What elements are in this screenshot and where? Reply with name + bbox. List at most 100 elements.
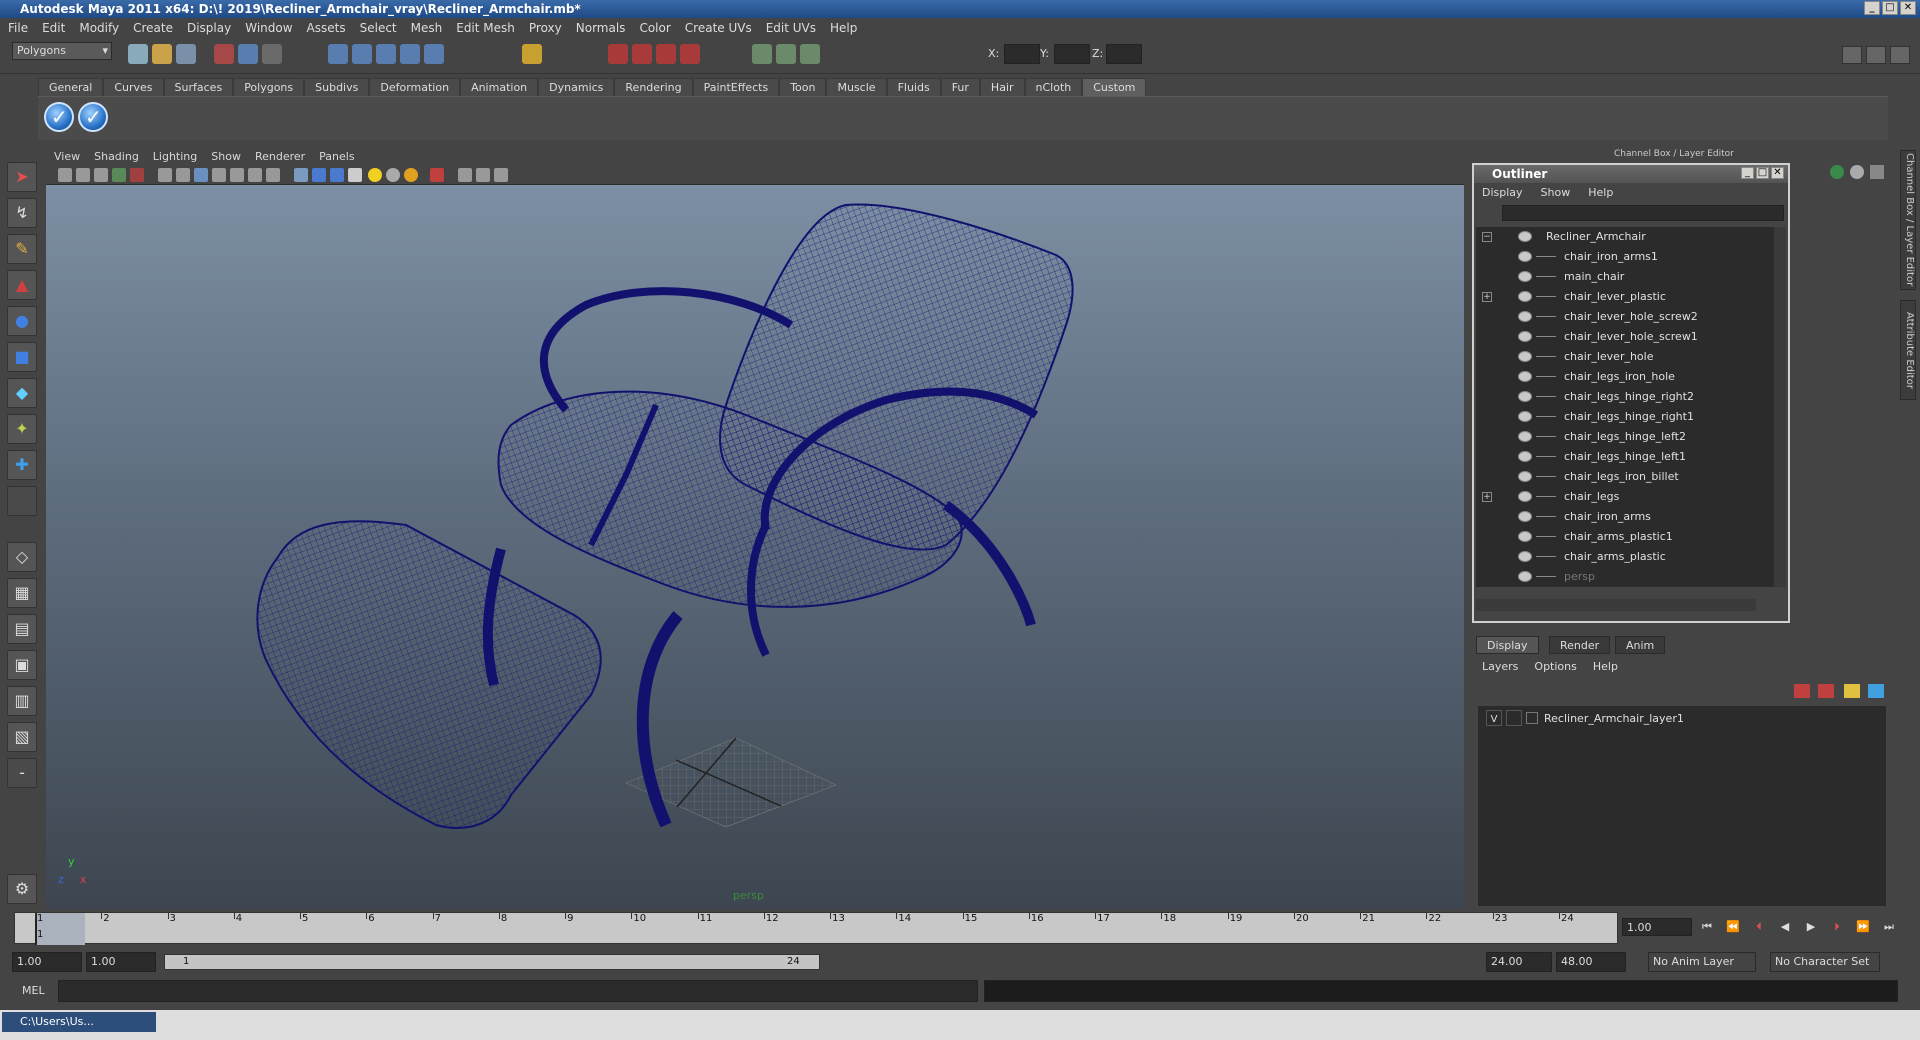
select-hierarchy-icon[interactable] (214, 44, 234, 64)
menu-proxy[interactable]: Proxy (529, 21, 562, 35)
shelf-tab-rendering[interactable]: Rendering (614, 78, 693, 96)
outliner-menu-help[interactable]: Help (1588, 186, 1613, 199)
checker-icon[interactable] (348, 168, 362, 182)
move-layer-down-icon[interactable] (1868, 684, 1884, 698)
pin-icon[interactable] (1870, 165, 1884, 179)
high-quality-icon[interactable] (430, 168, 444, 182)
outliner-item[interactable]: chair_arms_plastic (1476, 547, 1774, 567)
maximize-button[interactable]: □ (1882, 1, 1898, 15)
wireframe-icon[interactable] (176, 168, 190, 182)
new-layer-icon[interactable] (1794, 684, 1810, 698)
menu-color[interactable]: Color (639, 21, 670, 35)
playback-start-field[interactable]: 1.00 (86, 952, 156, 972)
outliner-item[interactable]: chair_legs_iron_hole (1476, 367, 1774, 387)
open-scene-icon[interactable] (152, 44, 172, 64)
viewport-menu-panels[interactable]: Panels (319, 150, 354, 163)
snap-curve-icon[interactable] (352, 44, 372, 64)
last-tool-icon[interactable]: ✚ (7, 450, 37, 480)
hypershade-layout-icon[interactable]: ▥ (7, 686, 37, 716)
shaded-box-icon[interactable] (312, 168, 326, 182)
shelf-check-icon-1[interactable]: ✓ (44, 102, 74, 132)
anim-layer-dropdown[interactable]: No Anim Layer (1648, 952, 1756, 972)
outliner-item[interactable]: chair_legs_hinge_left2 (1476, 427, 1774, 447)
layer-tab-render[interactable]: Render (1549, 636, 1611, 654)
snap-grid-icon[interactable] (328, 44, 348, 64)
shelf-tab-subdivs[interactable]: Subdivs (304, 78, 370, 96)
menu-display[interactable]: Display (187, 21, 231, 35)
outliner-item[interactable]: chair_lever_hole_screw1 (1476, 327, 1774, 347)
outliner-item[interactable]: chair_legs_iron_billet (1476, 467, 1774, 487)
hypershade-icon[interactable] (680, 44, 700, 64)
menu-create-uvs[interactable]: Create UVs (685, 21, 752, 35)
shadows-icon[interactable] (386, 168, 400, 182)
expand-toggle-icon[interactable]: − (1482, 232, 1492, 242)
viewport-menu-lighting[interactable]: Lighting (153, 150, 197, 163)
play-forward-icon[interactable]: ▶ (1802, 918, 1820, 936)
history-icon[interactable] (522, 44, 542, 64)
outliner-filter-field[interactable] (1502, 205, 1784, 221)
current-frame-field[interactable]: 1.00 (1622, 918, 1692, 936)
step-back-frame-icon[interactable]: ⏴ (1750, 918, 1768, 936)
lasso-tool-icon[interactable]: ↯ (7, 198, 37, 228)
channels-icon[interactable] (1830, 165, 1844, 179)
resolution-gate-icon[interactable] (458, 168, 472, 182)
menu-assets[interactable]: Assets (307, 21, 346, 35)
layer-tab-anim[interactable]: Anim (1615, 636, 1666, 654)
outliner-close-button[interactable]: ✕ (1771, 167, 1784, 179)
render-layout-icon[interactable]: ▧ (7, 722, 37, 752)
xray-icon[interactable] (230, 168, 244, 182)
shelf-tab-dynamics[interactable]: Dynamics (538, 78, 615, 96)
shelf-tab-fur[interactable]: Fur (940, 78, 980, 96)
render-icon[interactable] (608, 44, 628, 64)
outliner-item[interactable]: chair_lever_hole (1476, 347, 1774, 367)
step-forward-key-icon[interactable]: ⏩ (1854, 918, 1872, 936)
layer-color-swatch[interactable] (1526, 712, 1538, 724)
select-component-icon[interactable] (262, 44, 282, 64)
field-chart-icon[interactable] (494, 168, 508, 182)
menu-edit[interactable]: Edit (42, 21, 65, 35)
graph-layout-icon[interactable]: ▣ (7, 650, 37, 680)
bookmark-icon[interactable] (94, 168, 108, 182)
outliner-item[interactable]: − Recliner_Armchair (1476, 227, 1774, 247)
toggle-tool-settings-icon[interactable] (1890, 46, 1910, 64)
layer-row[interactable]: V Recliner_Armchair_layer1 (1482, 710, 1880, 728)
outliner-item[interactable]: chair_legs_hinge_left1 (1476, 447, 1774, 467)
layer-tab-display[interactable]: Display (1476, 636, 1539, 654)
show-tool-settings-icon[interactable] (800, 44, 820, 64)
range-slider[interactable]: 1 24 (164, 954, 820, 970)
expand-toggle-icon[interactable]: + (1482, 292, 1492, 302)
new-layer-selected-icon[interactable] (1818, 684, 1834, 698)
film-gate-icon[interactable] (130, 168, 144, 182)
outliner-menu-display[interactable]: Display (1482, 186, 1523, 199)
outliner-item[interactable]: chair_legs_hinge_right1 (1476, 407, 1774, 427)
outliner-item[interactable]: chair_arms_plastic1 (1476, 527, 1774, 547)
outliner-item[interactable]: chair_legs_hinge_right2 (1476, 387, 1774, 407)
go-to-end-icon[interactable]: ⏭ (1880, 918, 1898, 936)
shelf-check-icon-2[interactable]: ✓ (78, 102, 108, 132)
image-plane-icon[interactable] (112, 168, 126, 182)
rotate-tool-icon[interactable]: ● (7, 306, 37, 336)
menu-normals[interactable]: Normals (576, 21, 626, 35)
select-tool-icon[interactable]: ➤ (7, 162, 37, 192)
default-light-icon[interactable] (266, 168, 280, 182)
show-channel-box-icon[interactable] (776, 44, 796, 64)
save-scene-icon[interactable] (176, 44, 196, 64)
character-set-dropdown[interactable]: No Character Set (1770, 952, 1880, 972)
close-button[interactable]: ✕ (1900, 1, 1916, 15)
grid-toggle-icon[interactable] (158, 168, 172, 182)
scale-tool-icon[interactable]: ■ (7, 342, 37, 372)
shelf-tab-ncloth[interactable]: nCloth (1024, 78, 1083, 96)
outliner-vertical-scrollbar[interactable] (1774, 227, 1786, 587)
outliner-item[interactable]: persp (1476, 567, 1774, 587)
camera-select-icon[interactable] (58, 168, 72, 182)
shelf-tab-fluids[interactable]: Fluids (886, 78, 941, 96)
outliner-item[interactable]: chair_iron_arms (1476, 507, 1774, 527)
layer-playback-toggle[interactable] (1506, 710, 1522, 726)
mel-input[interactable] (58, 980, 978, 1002)
single-view-layout-icon[interactable]: ◇ (7, 542, 37, 572)
tab-attribute-editor[interactable]: Attribute Editor (1900, 300, 1916, 400)
tab-channel-box[interactable]: Channel Box / Layer Editor (1900, 150, 1916, 290)
outliner-item[interactable]: + chair_lever_plastic (1476, 287, 1774, 307)
menu-help[interactable]: Help (830, 21, 857, 35)
layer-menu-help[interactable]: Help (1593, 660, 1618, 673)
